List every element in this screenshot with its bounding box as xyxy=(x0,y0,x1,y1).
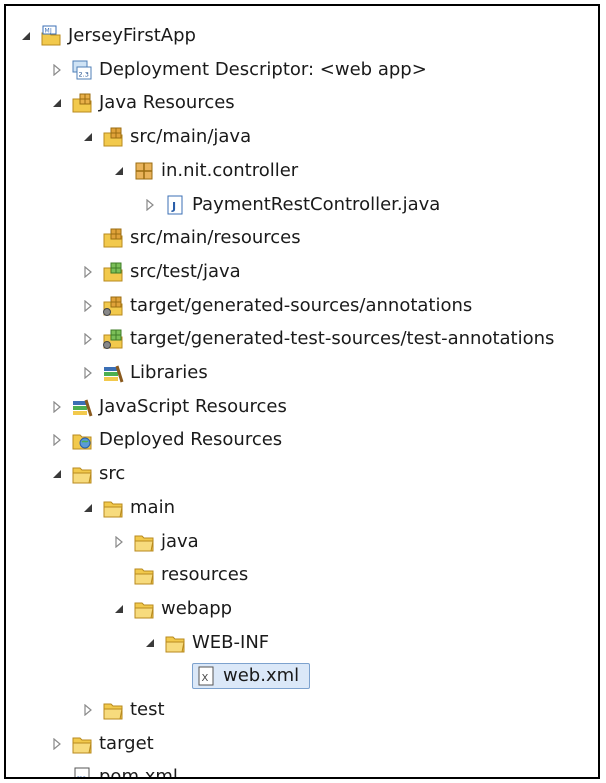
tree-item-label: Libraries xyxy=(130,362,208,383)
tree-item-label: target xyxy=(99,732,154,754)
folder-icon xyxy=(133,531,155,553)
libraries-icon xyxy=(102,362,124,384)
svg-text:M: M xyxy=(45,28,50,35)
tree-item-label: src xyxy=(99,463,126,485)
tree-item-target-generated-test-sources-test-annotations[interactable]: target/generated-test-sources/test-annot… xyxy=(6,323,598,355)
tree-item-target[interactable]: target xyxy=(6,728,598,760)
deployment-descriptor-icon: 2.3 xyxy=(71,59,93,81)
expand-arrow-icon[interactable] xyxy=(82,121,96,153)
expand-arrow-icon[interactable] xyxy=(51,458,65,490)
tree-item-label: src/test/java xyxy=(130,260,241,282)
tree-item-libraries[interactable]: Libraries xyxy=(6,357,598,389)
collapse-arrow-icon[interactable] xyxy=(51,728,65,760)
tree-item-label: web.xml xyxy=(223,665,300,687)
folder-icon xyxy=(71,733,93,755)
collapse-arrow-icon[interactable] xyxy=(144,189,158,221)
expand-arrow-icon[interactable] xyxy=(144,627,158,659)
java-resources-icon xyxy=(71,92,93,114)
libraries-icon xyxy=(71,396,93,418)
expand-arrow-icon[interactable] xyxy=(82,492,96,524)
tree-item-target-generated-sources-annotations[interactable]: target/generated-sources/annotations xyxy=(6,290,598,322)
generated-source-folder-icon xyxy=(102,295,124,317)
test-source-folder-icon xyxy=(102,261,124,283)
tree-item-src-test-java[interactable]: src/test/java xyxy=(6,256,598,288)
tree-item-label: target/generated-sources/annotations xyxy=(130,294,473,316)
svg-text:m: m xyxy=(77,774,87,779)
web-project-icon: MJ xyxy=(40,25,62,47)
svg-text:J: J xyxy=(49,28,52,35)
collapse-arrow-icon[interactable] xyxy=(82,357,96,389)
maven-pom-icon: m xyxy=(71,766,93,779)
tree-item-label: WEB-INF xyxy=(192,631,270,653)
tree-item-label: src/main/java xyxy=(130,126,252,148)
tree-item-java-resources[interactable]: Java Resources xyxy=(6,87,598,119)
tree-item-jerseyfirstapp[interactable]: M J JerseyFirstApp xyxy=(6,20,598,52)
tree-item-javascript-resources[interactable]: JavaScript Resources xyxy=(6,391,598,423)
folder-icon xyxy=(133,564,155,586)
svg-text:2.3: 2.3 xyxy=(79,70,89,78)
package-icon xyxy=(133,160,155,182)
source-folder-icon xyxy=(102,227,124,249)
expand-arrow-icon[interactable] xyxy=(51,87,65,119)
collapse-arrow-icon[interactable] xyxy=(82,256,96,288)
tree-item-label: test xyxy=(130,699,165,720)
tree-item-label: Java Resources xyxy=(99,92,235,114)
collapse-arrow-icon[interactable] xyxy=(82,290,96,322)
collapse-arrow-icon[interactable] xyxy=(113,526,127,558)
folder-icon xyxy=(164,632,186,654)
folder-icon xyxy=(71,463,93,485)
tree-item-test[interactable]: test xyxy=(6,694,598,726)
collapse-arrow-icon[interactable] xyxy=(51,391,65,423)
svg-text:J: J xyxy=(171,200,176,213)
collapse-arrow-icon[interactable] xyxy=(82,323,96,355)
xml-file-icon: X xyxy=(195,665,217,687)
tree-item-web-inf[interactable]: WEB-INF xyxy=(6,627,598,659)
java-file-icon: J xyxy=(164,194,186,216)
tree-item-web-xml[interactable]: Xweb.xml xyxy=(6,660,598,692)
tree-item-label: Deployment Descriptor: <web app> xyxy=(99,58,427,80)
folder-icon xyxy=(102,699,124,721)
tree-item-main[interactable]: main xyxy=(6,492,598,524)
tree-item-label: resources xyxy=(161,564,249,586)
tree-item-label: target/generated-test-sources/test-annot… xyxy=(130,328,555,350)
tree-item-label: main xyxy=(130,496,175,518)
source-folder-icon xyxy=(102,126,124,148)
tree-item-deployment-descriptor-web-app[interactable]: 2.3 Deployment Descriptor: <web app> xyxy=(6,54,598,86)
folder-icon xyxy=(102,497,124,519)
expand-arrow-icon[interactable] xyxy=(113,155,127,187)
tree-item-label: Deployed Resources xyxy=(99,429,283,451)
tree-item-src[interactable]: src xyxy=(6,458,598,490)
tree-item-label: PaymentRestController.java xyxy=(192,193,441,215)
tree-item-label: java xyxy=(161,530,199,552)
svg-text:X: X xyxy=(202,673,209,684)
folder-icon xyxy=(133,598,155,620)
tree-item-in-nit-controller[interactable]: in.nit.controller xyxy=(6,155,598,187)
tree-item-label: pom.xml xyxy=(99,766,178,779)
tree-item-webapp[interactable]: webapp xyxy=(6,593,598,625)
tree-item-java[interactable]: java xyxy=(6,526,598,558)
tree-item-paymentrestcontroller-java[interactable]: J PaymentRestController.java xyxy=(6,189,598,221)
collapse-arrow-icon[interactable] xyxy=(51,54,65,86)
project-tree: M J JerseyFirstApp 2.3 Deployment Descriptor… xyxy=(6,6,598,777)
project-explorer-panel: M J JerseyFirstApp 2.3 Deployment Descriptor… xyxy=(4,4,600,779)
expand-arrow-icon[interactable] xyxy=(113,593,127,625)
collapse-arrow-icon[interactable] xyxy=(51,424,65,456)
collapse-arrow-icon[interactable] xyxy=(82,694,96,726)
tree-item-src-main-java[interactable]: src/main/java xyxy=(6,121,598,153)
tree-item-resources[interactable]: resources xyxy=(6,559,598,591)
tree-item-src-main-resources[interactable]: src/main/resources xyxy=(6,222,598,254)
tree-item-deployed-resources[interactable]: Deployed Resources xyxy=(6,424,598,456)
tree-item-label: JerseyFirstApp xyxy=(68,25,196,46)
tree-item-label: webapp xyxy=(161,597,233,619)
deployed-resources-icon xyxy=(71,429,93,451)
tree-item-label: JavaScript Resources xyxy=(99,395,287,417)
tree-item-label: in.nit.controller xyxy=(161,159,299,181)
tree-item-pom-xml[interactable]: m pom.xml xyxy=(6,761,598,779)
tree-item-label: src/main/resources xyxy=(130,227,301,249)
expand-arrow-icon[interactable] xyxy=(20,20,34,52)
generated-test-source-folder-icon xyxy=(102,328,124,350)
